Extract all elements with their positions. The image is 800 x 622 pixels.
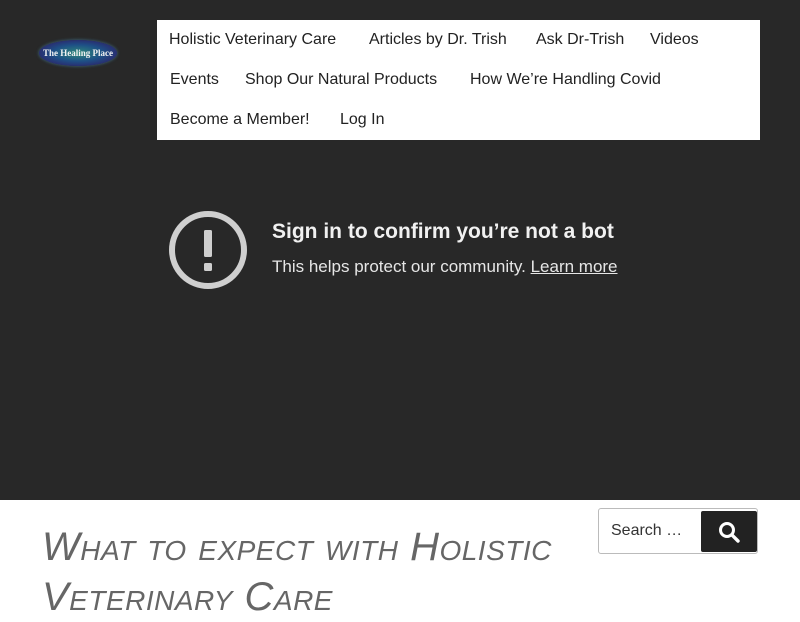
nav-item-covid[interactable]: How We’re Handling Covid <box>470 70 661 90</box>
nav-item-videos[interactable]: Videos <box>650 30 699 50</box>
search-form <box>598 508 758 554</box>
bot-check-message: This helps protect our community. Learn … <box>272 256 618 278</box>
bot-check-title: Sign in to confirm you’re not a bot <box>272 220 614 243</box>
search-icon <box>719 521 740 543</box>
bot-check-message-text: This helps protect our community. <box>272 257 526 276</box>
page-title: What to expect with Holistic Veterinary … <box>42 525 552 619</box>
nav-item-ask-dr-trish[interactable]: Ask Dr-Trish <box>536 30 624 50</box>
main-navigation: Holistic Veterinary Care Articles by Dr.… <box>157 20 760 140</box>
nav-item-holistic-veterinary-care[interactable]: Holistic Veterinary Care <box>169 30 336 50</box>
nav-item-articles[interactable]: Articles by Dr. Trish <box>369 30 507 50</box>
embedded-video-area: The Healing Place Holistic Veterinary Ca… <box>0 0 800 500</box>
nav-item-events[interactable]: Events <box>170 70 219 90</box>
learn-more-link[interactable]: Learn more <box>531 257 618 276</box>
search-button[interactable] <box>701 511 757 552</box>
logo-text: The Healing Place <box>43 48 113 58</box>
nav-item-shop[interactable]: Shop Our Natural Products <box>245 70 437 90</box>
search-input[interactable] <box>600 510 700 552</box>
nav-item-become-member[interactable]: Become a Member! <box>170 110 310 130</box>
site-logo[interactable]: The Healing Place <box>39 40 117 66</box>
nav-item-log-in[interactable]: Log In <box>340 110 384 130</box>
alert-circle-icon <box>169 211 247 289</box>
